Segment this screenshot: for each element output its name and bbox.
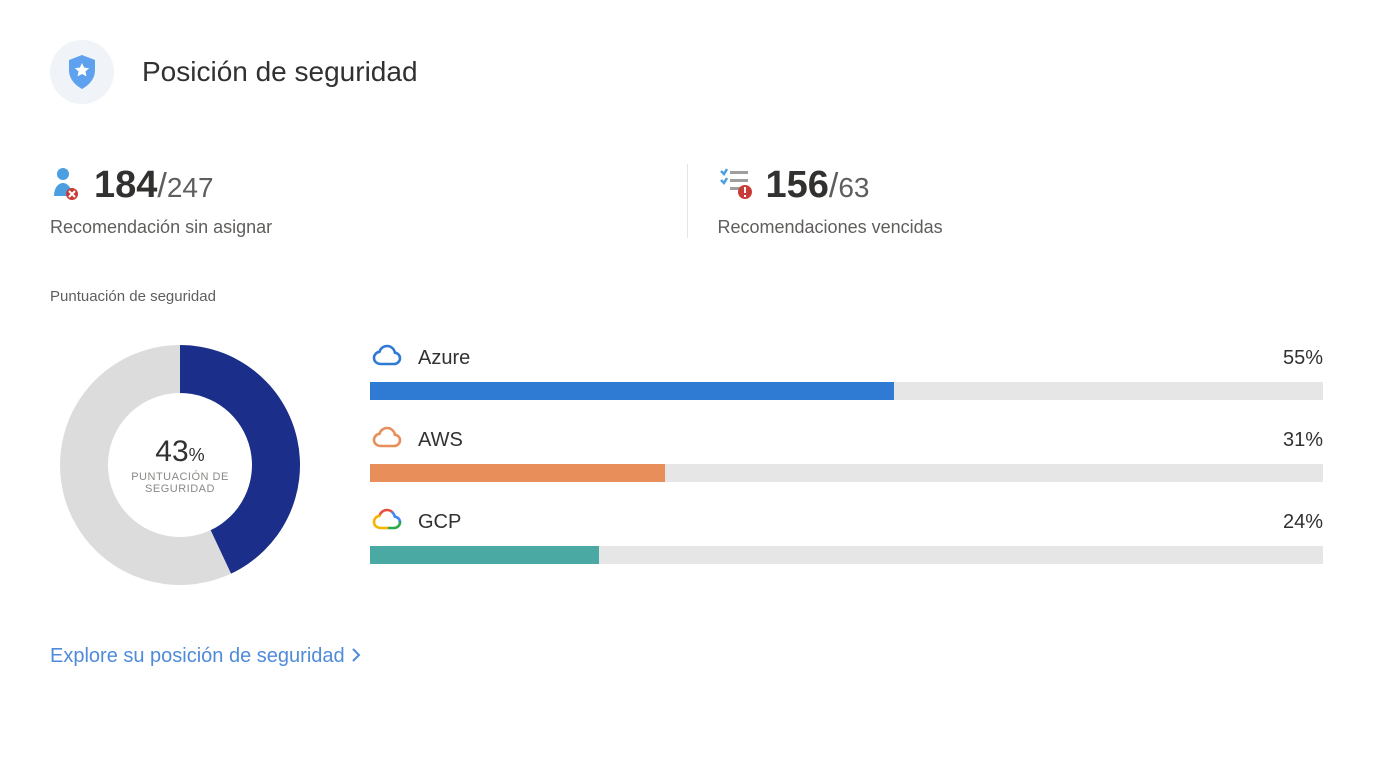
score-value: 43 xyxy=(155,435,188,468)
progress-fill xyxy=(370,464,665,482)
progress-track xyxy=(370,382,1323,400)
metric-unassigned: 184/247 Recomendación sin asignar xyxy=(50,164,687,238)
provider-pct: 31% xyxy=(1283,429,1323,452)
score-section-label: Puntuación de seguridad xyxy=(50,288,1323,305)
progress-track xyxy=(370,546,1323,564)
overdue-value: 156 xyxy=(766,164,829,206)
metric-overdue: 156/63 Recomendaciones vencidas xyxy=(687,164,1324,238)
checklist-alert-icon xyxy=(718,166,752,205)
percent-symbol: % xyxy=(189,445,205,465)
shield-icon xyxy=(50,40,114,104)
score-donut: 43% PUNTUACIÓN DE SEGURIDAD xyxy=(50,335,310,595)
page-header: Posición de seguridad xyxy=(50,40,1323,104)
chevron-right-icon xyxy=(351,645,361,668)
provider-pct: 24% xyxy=(1283,511,1323,534)
provider-pct: 55% xyxy=(1283,347,1323,370)
score-caption: PUNTUACIÓN DE SEGURIDAD xyxy=(100,471,260,495)
overdue-total: 63 xyxy=(838,172,869,203)
unassigned-label: Recomendación sin asignar xyxy=(50,217,687,238)
provider-row: Azure 55% xyxy=(370,342,1323,400)
progress-fill xyxy=(370,382,894,400)
unassigned-total: 247 xyxy=(167,172,214,203)
provider-name: Azure xyxy=(418,347,470,370)
explore-link[interactable]: Explore su posición de seguridad xyxy=(50,645,361,668)
page-title: Posición de seguridad xyxy=(142,56,418,88)
progress-track xyxy=(370,464,1323,482)
overdue-label: Recomendaciones vencidas xyxy=(718,217,1324,238)
progress-fill xyxy=(370,546,599,564)
provider-row: AWS 31% xyxy=(370,424,1323,482)
provider-name: AWS xyxy=(418,429,463,452)
unassigned-value: 184 xyxy=(94,164,157,206)
cloud-icon xyxy=(370,342,404,374)
metrics-row: 184/247 Recomendación sin asignar 156 xyxy=(50,164,1323,238)
provider-bars: Azure 55% AWS 31% xyxy=(370,342,1323,588)
user-alert-icon xyxy=(50,166,80,205)
score-area: 43% PUNTUACIÓN DE SEGURIDAD Azure 55% AW… xyxy=(50,335,1323,595)
explore-link-label: Explore su posición de seguridad xyxy=(50,645,345,668)
cloud-icon xyxy=(370,424,404,456)
provider-name: GCP xyxy=(418,511,461,534)
provider-row: GCP 24% xyxy=(370,506,1323,564)
cloud-icon xyxy=(370,506,404,538)
